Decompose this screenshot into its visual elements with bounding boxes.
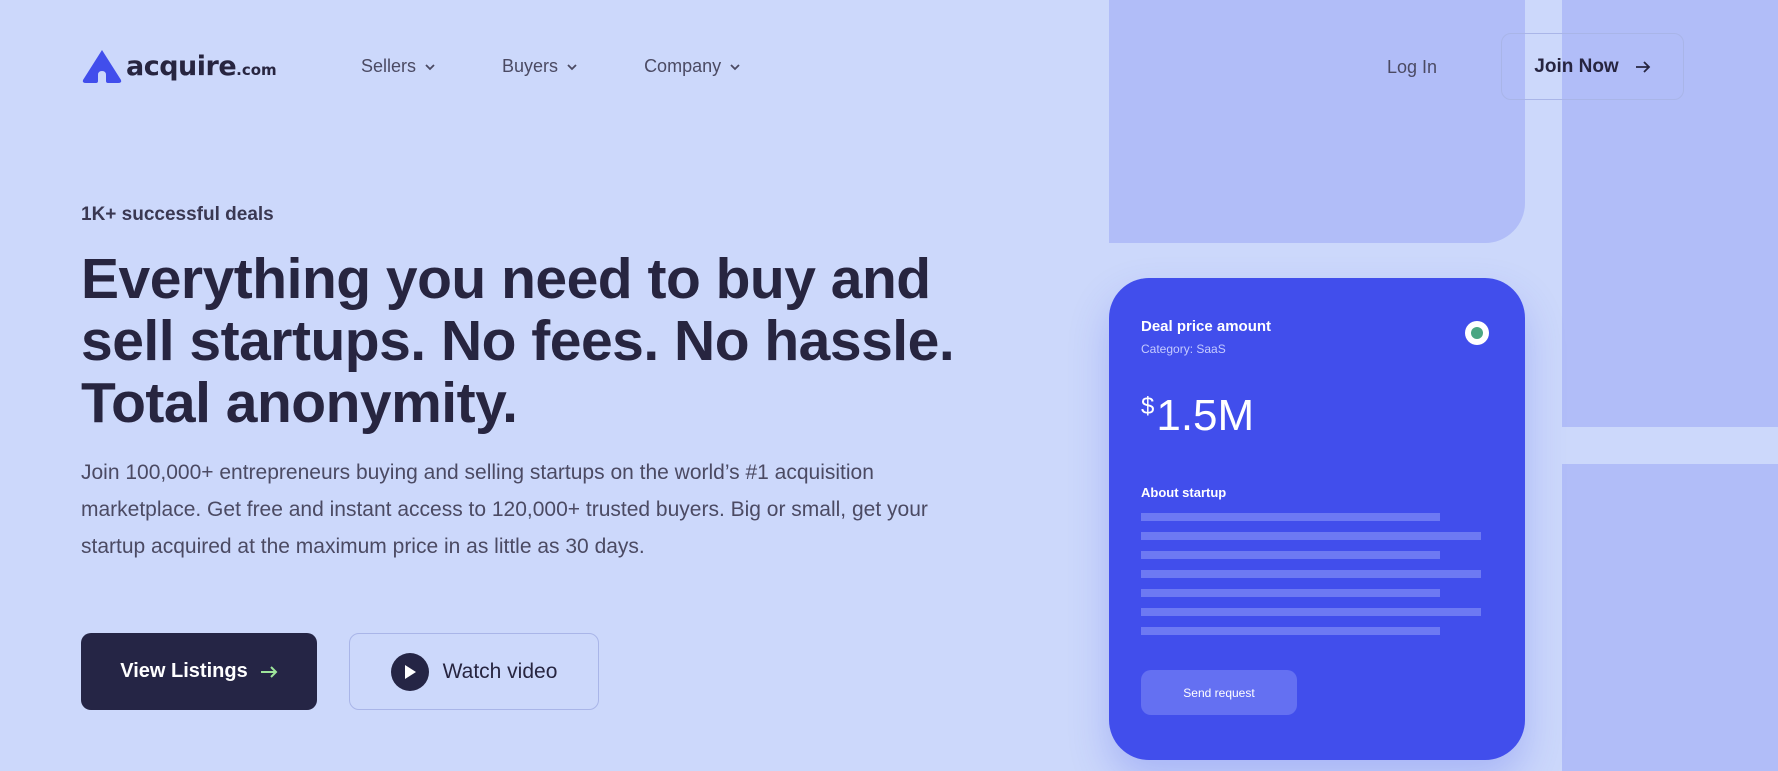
decorative-panel-right-bottom <box>1562 464 1778 771</box>
join-now-label: Join Now <box>1534 55 1619 77</box>
nav-item-label: Sellers <box>361 56 417 76</box>
chevron-down-icon <box>730 63 740 70</box>
decorative-panel-top <box>1109 0 1525 243</box>
login-link[interactable]: Log In <box>1387 57 1437 78</box>
deal-price: $ 1.5M <box>1141 391 1254 441</box>
placeholder-line <box>1141 627 1440 635</box>
placeholder-line <box>1141 570 1481 578</box>
hero-headline: Everything you need to buy and sell star… <box>81 247 955 435</box>
nav-item-sellers[interactable]: Sellers <box>361 56 436 77</box>
about-placeholder-lines <box>1141 513 1481 646</box>
hero-kicker: 1K+ successful deals <box>81 204 274 225</box>
placeholder-line <box>1141 551 1440 559</box>
price-amount: 1.5M <box>1156 391 1255 440</box>
view-listings-button[interactable]: View Listings <box>81 633 317 710</box>
arrow-right-icon <box>1635 60 1650 73</box>
placeholder-line <box>1141 589 1440 597</box>
arrow-right-icon <box>260 665 278 678</box>
logo-tld: .com <box>236 61 277 79</box>
acquire-logo-icon <box>82 50 122 83</box>
nav-item-company[interactable]: Company <box>644 56 741 77</box>
send-request-button[interactable]: Send request <box>1141 670 1297 715</box>
about-startup-heading: About startup <box>1141 485 1227 500</box>
placeholder-line <box>1141 513 1440 521</box>
join-now-button[interactable]: Join Now <box>1501 33 1684 100</box>
status-indicator-icon <box>1465 321 1489 345</box>
hero-subtext: Join 100,000+ entrepreneurs buying and s… <box>81 461 928 558</box>
play-icon <box>390 652 429 691</box>
placeholder-line <box>1141 608 1481 616</box>
price-currency: $ <box>1141 393 1155 420</box>
logo-word: acquire <box>126 50 237 82</box>
chevron-down-icon <box>567 63 577 70</box>
nav-item-label: Company <box>644 56 722 76</box>
deal-card-title: Deal price amount <box>1141 318 1272 335</box>
nav-item-buyers[interactable]: Buyers <box>502 56 578 77</box>
watch-video-button[interactable]: Watch video <box>349 633 599 710</box>
nav-item-label: Buyers <box>502 56 559 76</box>
deal-card-category: Category: SaaS <box>1141 342 1226 356</box>
placeholder-line <box>1141 532 1481 540</box>
view-listings-label: View Listings <box>120 660 248 682</box>
chevron-down-icon <box>425 63 435 70</box>
watch-video-label: Watch video <box>442 659 558 683</box>
deal-card: Deal price amount Category: SaaS $ 1.5M … <box>1109 278 1525 760</box>
main-nav: Sellers Buyers Company <box>361 56 807 77</box>
acquire-logo[interactable]: acquire .com <box>81 48 277 84</box>
